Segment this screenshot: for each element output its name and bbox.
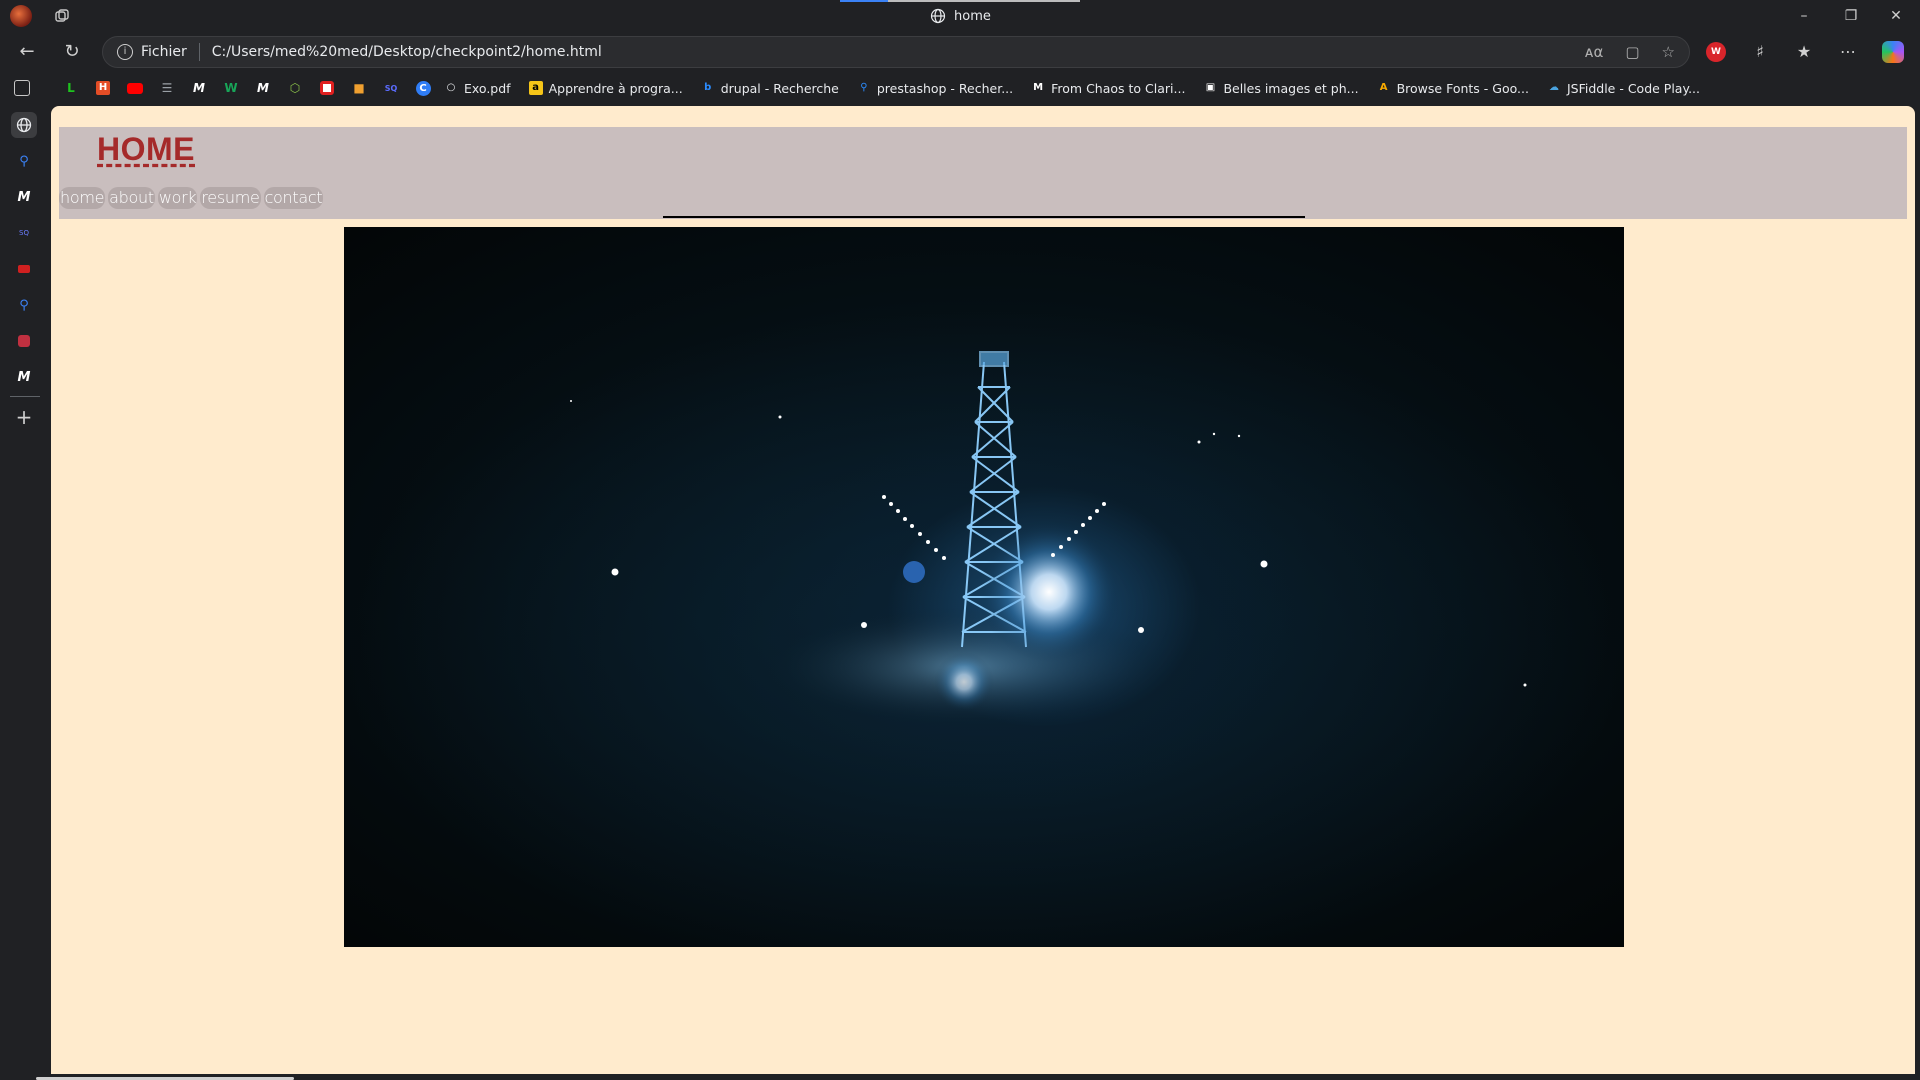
extensions-puzzle-icon[interactable]: ♯: [1750, 42, 1770, 62]
favorite-star-icon[interactable]: ☆: [1662, 43, 1675, 61]
bookmark-office-icon[interactable]: ■: [348, 77, 370, 99]
sidebar-medium2-icon[interactable]: M: [11, 364, 37, 390]
a-icon: a: [528, 81, 543, 95]
bookmark-html-icon[interactable]: H: [92, 77, 114, 99]
refresh-icon[interactable]: ↻: [61, 41, 83, 63]
tab-loading-indicator: [840, 0, 888, 2]
globe-icon: ○: [446, 82, 456, 93]
bookmark-item[interactable]: ☁ JSFiddle - Code Play...: [1547, 81, 1700, 96]
video-player[interactable]: [344, 227, 1624, 947]
site-nav: home about work resume contact: [59, 187, 324, 209]
tab-home[interactable]: home: [930, 7, 991, 25]
page-viewport: HOME home about work resume contact: [51, 106, 1915, 1074]
nav-link-contact[interactable]: contact: [263, 187, 324, 209]
bookmark-item[interactable]: M From Chaos to Clari...: [1031, 81, 1185, 96]
browser-sidebar: ⚲ M SQ ⚲ M +: [0, 104, 50, 1080]
unsplash-icon: ▣: [1205, 82, 1216, 93]
bookmark-youtube-icon[interactable]: [124, 77, 146, 99]
sidebar-red-icon[interactable]: [11, 328, 37, 354]
nav-link-resume[interactable]: resume: [200, 187, 261, 209]
copilot-icon[interactable]: [1882, 41, 1904, 63]
cloud-icon: ☁: [1548, 82, 1559, 93]
address-separator: [198, 43, 200, 61]
sidebar-sq-icon[interactable]: SQ: [11, 220, 37, 246]
site-header: HOME home about work resume contact: [59, 127, 1907, 219]
bookmark-l-icon[interactable]: L: [60, 77, 82, 99]
bookmark-m2-icon[interactable]: M: [252, 77, 274, 99]
medium-icon: M: [1033, 82, 1044, 93]
oil-rig-night-scene: [570, 351, 1527, 727]
header-divider: [663, 216, 1305, 218]
back-icon[interactable]: ←: [16, 41, 38, 63]
page-title: HOME: [97, 131, 195, 167]
bookmark-nodejs-icon[interactable]: ⬡: [284, 77, 306, 99]
sidebar-search2-icon[interactable]: ⚲: [11, 292, 37, 318]
sidebar-youtube-icon[interactable]: [11, 256, 37, 282]
extension-w-icon[interactable]: W: [1706, 42, 1726, 62]
title-bar: home – ❐ ✕: [0, 0, 1920, 32]
bookmark-w-icon[interactable]: W: [220, 77, 242, 99]
bookmark-item[interactable]: A Browse Fonts - Goo...: [1377, 81, 1529, 96]
app-install-icon[interactable]: ▢: [1625, 43, 1639, 61]
nav-link-about[interactable]: about: [108, 187, 155, 209]
profile-avatar[interactable]: [10, 5, 32, 27]
sidebar-globe-icon[interactable]: [11, 112, 37, 138]
navigation-toolbar: ← ↻ i Fichier C:/Users/med%20med/Desktop…: [0, 32, 1920, 72]
sidebar-medium-icon[interactable]: M: [11, 184, 37, 210]
bookmark-item[interactable]: a Apprendre à progra...: [528, 81, 683, 96]
bookmark-item[interactable]: ▣ Belles images et ph...: [1203, 81, 1359, 96]
bookmark-item[interactable]: ○ Exo.pdf: [444, 81, 511, 96]
bookmark-item[interactable]: ⚲ prestashop - Recher...: [857, 81, 1013, 96]
favorites-icon[interactable]: ★: [1794, 42, 1814, 62]
sidebar-divider: [10, 396, 40, 397]
workspaces-icon[interactable]: [54, 8, 70, 24]
bookmark-item[interactable]: b drupal - Recherche: [701, 81, 839, 96]
minimize-icon[interactable]: –: [1794, 6, 1814, 26]
globe-icon: [930, 8, 946, 24]
bookmark-c-icon[interactable]: C: [412, 77, 434, 99]
read-aloud-icon[interactable]: ᴀα: [1585, 43, 1604, 61]
nav-link-work[interactable]: work: [157, 187, 198, 209]
more-menu-icon[interactable]: ⋯: [1838, 42, 1858, 62]
sidebar-search-icon[interactable]: ⚲: [11, 148, 37, 174]
bookmark-sq-icon[interactable]: SQ: [380, 77, 402, 99]
address-bar[interactable]: i Fichier C:/Users/med%20med/Desktop/che…: [102, 36, 1690, 68]
bookmark-layers-icon[interactable]: ☰: [156, 77, 178, 99]
bing-icon: b: [704, 82, 712, 93]
google-fonts-icon: A: [1379, 82, 1388, 93]
bookmark-m-icon[interactable]: M: [188, 77, 210, 99]
url-text[interactable]: C:/Users/med%20med/Desktop/checkpoint2/h…: [212, 44, 602, 60]
sidebar-add-icon[interactable]: +: [11, 404, 37, 430]
file-scheme-label[interactable]: Fichier: [141, 44, 187, 60]
close-icon[interactable]: ✕: [1886, 6, 1906, 26]
nav-link-home[interactable]: home: [59, 187, 106, 209]
sidebar-toggle-icon[interactable]: [14, 80, 30, 96]
tab-title: home: [954, 8, 991, 24]
info-icon[interactable]: i: [117, 44, 133, 60]
restore-icon[interactable]: ❐: [1841, 6, 1861, 26]
bookmarks-bar: L H ☰ M W M ⬡ ■ SQ C ○ Exo.pdf a Apprendre…: [0, 72, 1920, 104]
bookmark-red-icon[interactable]: [316, 77, 338, 99]
search-icon: ⚲: [860, 82, 868, 93]
